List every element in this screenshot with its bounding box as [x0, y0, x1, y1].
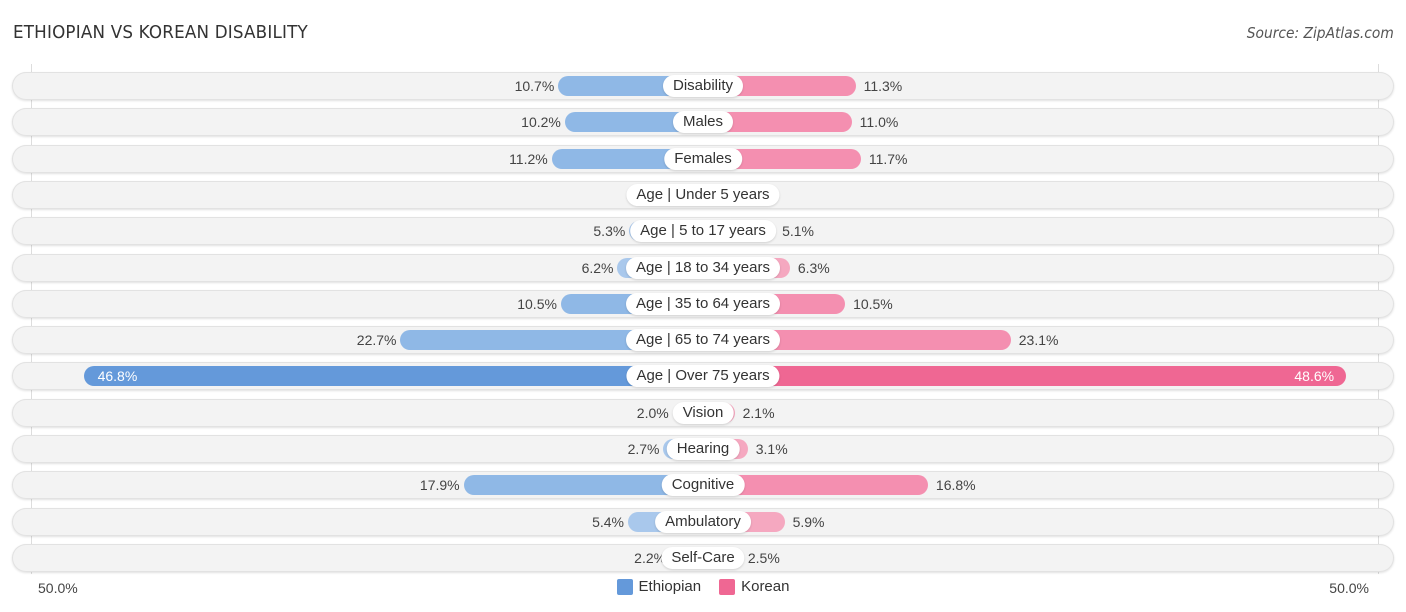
- legend-label-ethiopian: Ethiopian: [638, 578, 702, 595]
- value-label-ethiopian: 10.2%: [521, 114, 561, 130]
- value-label-ethiopian: 10.5%: [517, 296, 557, 312]
- value-label-korean: 5.1%: [782, 223, 814, 239]
- value-label-ethiopian: 2.0%: [636, 405, 669, 421]
- value-label-korean: 11.3%: [863, 78, 903, 94]
- category-label: Self-Care: [661, 547, 745, 569]
- value-label-korean: 11.0%: [859, 114, 899, 130]
- value-label-korean: 48.6%: [1294, 368, 1335, 384]
- legend-swatch-korean: [719, 578, 736, 595]
- bar-korean[interactable]: [693, 366, 1347, 386]
- value-label-korean: 23.1%: [1018, 332, 1059, 348]
- legend-label-korean: Korean: [741, 578, 790, 595]
- value-label-ethiopian: 5.4%: [592, 514, 624, 530]
- value-label-ethiopian: 22.7%: [356, 332, 397, 348]
- category-label: Disability: [662, 75, 744, 97]
- value-label-korean: 3.1%: [755, 441, 788, 457]
- category-label: Males: [672, 111, 734, 133]
- value-label-ethiopian: 46.8%: [97, 368, 138, 384]
- value-label-ethiopian: 17.9%: [419, 477, 460, 493]
- legend-item-ethiopian[interactable]: Ethiopian: [616, 578, 702, 595]
- chart-title: ETHIOPIAN VS KOREAN DISABILITY: [13, 22, 308, 43]
- source-label: Source: ZipAtlas.com: [1247, 24, 1394, 42]
- category-label: Cognitive: [661, 474, 745, 496]
- category-label: Age | 65 to 74 years: [626, 329, 780, 351]
- value-label-korean: 5.9%: [792, 514, 825, 530]
- value-label-ethiopian: 2.7%: [627, 441, 660, 457]
- category-label: Age | Under 5 years: [626, 184, 780, 206]
- category-label: Females: [664, 148, 742, 170]
- value-label-korean: 10.5%: [853, 296, 893, 312]
- category-label: Age | 18 to 34 years: [626, 257, 780, 279]
- category-label: Ambulatory: [655, 511, 751, 533]
- value-label-korean: 2.5%: [747, 550, 780, 566]
- category-label: Age | Over 75 years: [626, 365, 780, 387]
- value-label-ethiopian: 6.2%: [581, 260, 614, 276]
- legend-item-korean[interactable]: Korean: [719, 578, 789, 595]
- value-label-korean: 2.1%: [742, 405, 775, 421]
- category-label: Hearing: [666, 438, 740, 460]
- bar-ethiopian[interactable]: [83, 366, 713, 386]
- category-label: Age | 5 to 17 years: [630, 220, 776, 242]
- value-label-korean: 11.7%: [868, 151, 908, 167]
- value-label-korean: 6.3%: [797, 260, 830, 276]
- legend: Ethiopian Korean: [0, 578, 1406, 595]
- category-label: Age | 35 to 64 years: [626, 293, 780, 315]
- legend-swatch-ethiopian: [616, 578, 633, 595]
- value-label-ethiopian: 10.7%: [514, 78, 555, 94]
- category-label: Vision: [672, 402, 734, 424]
- value-label-korean: 16.8%: [935, 477, 976, 493]
- value-label-ethiopian: 5.3%: [593, 223, 626, 239]
- value-label-ethiopian: 11.2%: [509, 151, 548, 167]
